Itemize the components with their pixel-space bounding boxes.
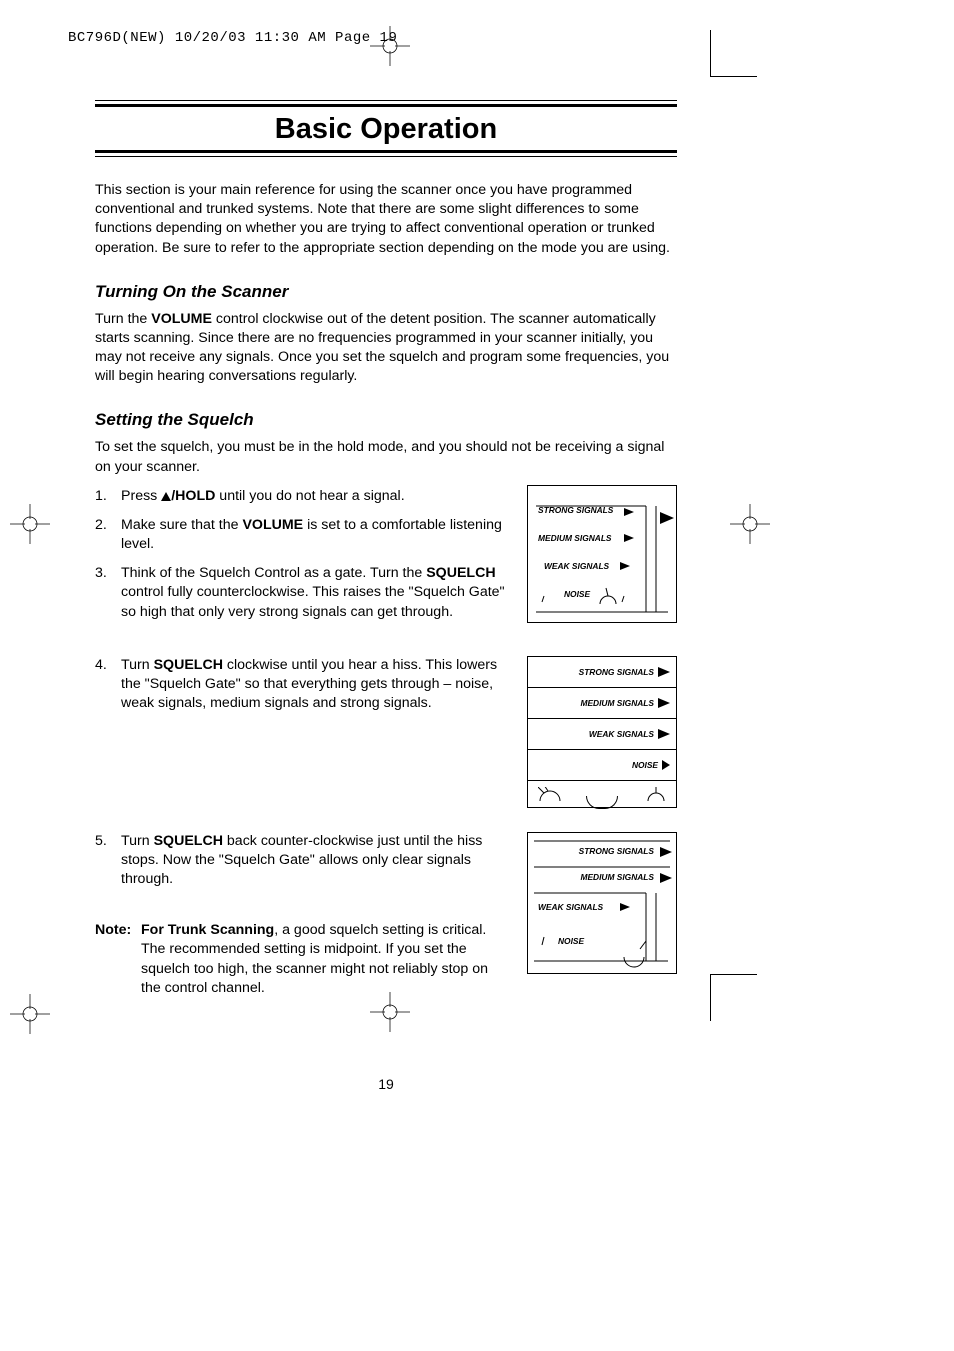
strong-band: STRONG SIGNALS — [528, 657, 676, 687]
squelch-gate-open-figure: STRONG SIGNALS MEDIUM SIGNALS WEAK SIGNA… — [527, 656, 677, 808]
volume-label: VOLUME — [242, 517, 303, 533]
step-5-with-figure: 5. Turn SQUELCH back counter-clockwise j… — [95, 832, 677, 998]
hold-label: /HOLD — [171, 488, 215, 504]
crop-mark-left2-icon — [10, 994, 50, 1034]
title-rule-top — [95, 100, 677, 101]
list-number: 4. — [95, 656, 121, 714]
squelch-intro-paragraph: To set the squelch, you must be in the h… — [95, 438, 677, 476]
medium-band: MEDIUM SIGNALS — [528, 687, 676, 718]
weak-band: WEAK SIGNALS — [528, 718, 676, 749]
note-label: Note: — [95, 921, 141, 998]
list-item: 4. Turn SQUELCH clockwise until you hear… — [95, 656, 517, 714]
arrow-right-icon — [658, 729, 670, 739]
arrow-right-icon — [624, 508, 634, 516]
note-row: Note: For Trunk Scanning, a good squelch… — [95, 921, 517, 998]
text-fragment: Turn — [121, 833, 154, 849]
corner-mark-br-icon — [710, 974, 757, 1021]
corner-mark-tr-icon — [710, 30, 757, 77]
squelch-gate-high-figure: STRONG SIGNALS MEDIUM SIGNALS WEAK SIGNA… — [527, 485, 677, 623]
figure-2-column: STRONG SIGNALS MEDIUM SIGNALS WEAK SIGNA… — [527, 656, 677, 808]
page-content: Basic Operation This section is your mai… — [95, 100, 677, 998]
arrow-right-icon — [660, 847, 672, 857]
list-item: 3. Think of the Squelch Control as a gat… — [95, 564, 517, 622]
section-heading-turning-on: Turning On the Scanner — [95, 282, 677, 302]
figure-3-column: STRONG SIGNALS MEDIUM SIGNALS WEAK SIGNA… — [527, 832, 677, 974]
title-rule-thick-bottom — [95, 150, 677, 153]
step-5-note-text: 5. Turn SQUELCH back counter-clockwise j… — [95, 832, 527, 998]
page-title: Basic Operation — [95, 113, 677, 146]
arrow-right-icon — [658, 667, 670, 677]
crop-mark-top-icon — [370, 26, 410, 66]
squelch-steps-list: 1. Press /HOLD until you do not hear a s… — [95, 487, 677, 998]
medium-signals-label: MEDIUM SIGNALS — [580, 699, 654, 707]
text-fragment: control fully counterclockwise. This rai… — [121, 584, 505, 619]
note-text: For Trunk Scanning, a good squelch setti… — [141, 921, 517, 998]
arrow-right-icon — [660, 873, 672, 883]
medium-signals-label: MEDIUM SIGNALS — [580, 873, 654, 881]
weak-signals-label: WEAK SIGNALS — [538, 903, 603, 911]
list-number: 5. — [95, 832, 121, 890]
list-item: 5. Turn SQUELCH back counter-clockwise j… — [95, 832, 517, 890]
medium-signals-label: MEDIUM SIGNALS — [538, 534, 612, 542]
trunk-scanning-label: For Trunk Scanning — [141, 922, 274, 938]
page-number: 19 — [95, 1076, 677, 1092]
text-fragment: Turn the — [95, 311, 151, 327]
noise-band: NOISE — [528, 749, 676, 780]
print-header-meta: BC796D(NEW) 10/20/03 11:30 AM Page 19 — [68, 30, 397, 46]
arrow-right-icon — [620, 903, 630, 911]
list-text: Turn SQUELCH clockwise until you hear a … — [121, 656, 517, 714]
list-text: Make sure that the VOLUME is set to a co… — [121, 516, 517, 554]
crop-mark-left-icon — [10, 504, 50, 544]
noise-label: NOISE — [632, 761, 658, 769]
list-text: Think of the Squelch Control as a gate. … — [121, 564, 517, 622]
steps-1-3-with-figure: 1. Press /HOLD until you do not hear a s… — [95, 487, 677, 632]
text-fragment: until you do not hear a signal. — [215, 488, 404, 504]
text-fragment: Turn — [121, 657, 154, 673]
knob-left-icon — [538, 787, 564, 805]
gate-open-arc-icon — [586, 796, 618, 809]
text-fragment: Think of the Squelch Control as a gate. … — [121, 565, 426, 581]
step-4-with-figure: 4. Turn SQUELCH clockwise until you hear… — [95, 656, 677, 808]
noise-label: NOISE — [564, 590, 590, 598]
strong-signals-label: STRONG SIGNALS — [579, 847, 654, 855]
arrow-right-icon — [658, 698, 670, 708]
squelch-gate-mid-figure: STRONG SIGNALS MEDIUM SIGNALS WEAK SIGNA… — [527, 832, 677, 974]
text-fragment: Make sure that the — [121, 517, 242, 533]
list-item: 2. Make sure that the VOLUME is set to a… — [95, 516, 517, 554]
arrow-right-icon — [620, 562, 630, 570]
crop-mark-right-icon — [730, 504, 770, 544]
squelch-label: SQUELCH — [154, 657, 223, 673]
step-4-text: 4. Turn SQUELCH clockwise until you hear… — [95, 656, 527, 724]
title-rule-bottom — [95, 156, 677, 157]
steps-1-3-text: 1. Press /HOLD until you do not hear a s… — [95, 487, 527, 632]
list-number: 2. — [95, 516, 121, 554]
arrow-right-icon — [662, 760, 670, 770]
title-rule-thick-top — [95, 104, 677, 107]
turning-on-paragraph: Turn the VOLUME control clockwise out of… — [95, 310, 677, 387]
noise-label: NOISE — [558, 937, 584, 945]
document-page: BC796D(NEW) 10/20/03 11:30 AM Page 19 — [0, 0, 954, 1351]
knob-right-icon — [646, 787, 666, 805]
section-heading-squelch: Setting the Squelch — [95, 410, 677, 430]
list-text: Press /HOLD until you do not hear a sign… — [121, 487, 517, 506]
weak-signals-label: WEAK SIGNALS — [589, 730, 654, 738]
strong-signals-label: STRONG SIGNALS — [538, 506, 613, 514]
list-item: 1. Press /HOLD until you do not hear a s… — [95, 487, 517, 506]
list-text: Turn SQUELCH back counter-clockwise just… — [121, 832, 517, 890]
text-fragment: Press — [121, 488, 161, 504]
squelch-label: SQUELCH — [154, 833, 223, 849]
arrow-right-icon — [624, 534, 634, 542]
noise-bar — [528, 780, 676, 811]
list-number: 1. — [95, 487, 121, 506]
strong-signals-label: STRONG SIGNALS — [579, 668, 654, 676]
triangle-up-icon — [161, 492, 171, 501]
intro-paragraph: This section is your main reference for … — [95, 181, 677, 258]
figure-1-column: STRONG SIGNALS MEDIUM SIGNALS WEAK SIGNA… — [527, 487, 677, 623]
squelch-label: SQUELCH — [426, 565, 495, 581]
crop-mark-bottom-icon — [370, 992, 410, 1032]
weak-signals-label: WEAK SIGNALS — [544, 562, 609, 570]
volume-label: VOLUME — [151, 311, 212, 327]
list-number: 3. — [95, 564, 121, 622]
